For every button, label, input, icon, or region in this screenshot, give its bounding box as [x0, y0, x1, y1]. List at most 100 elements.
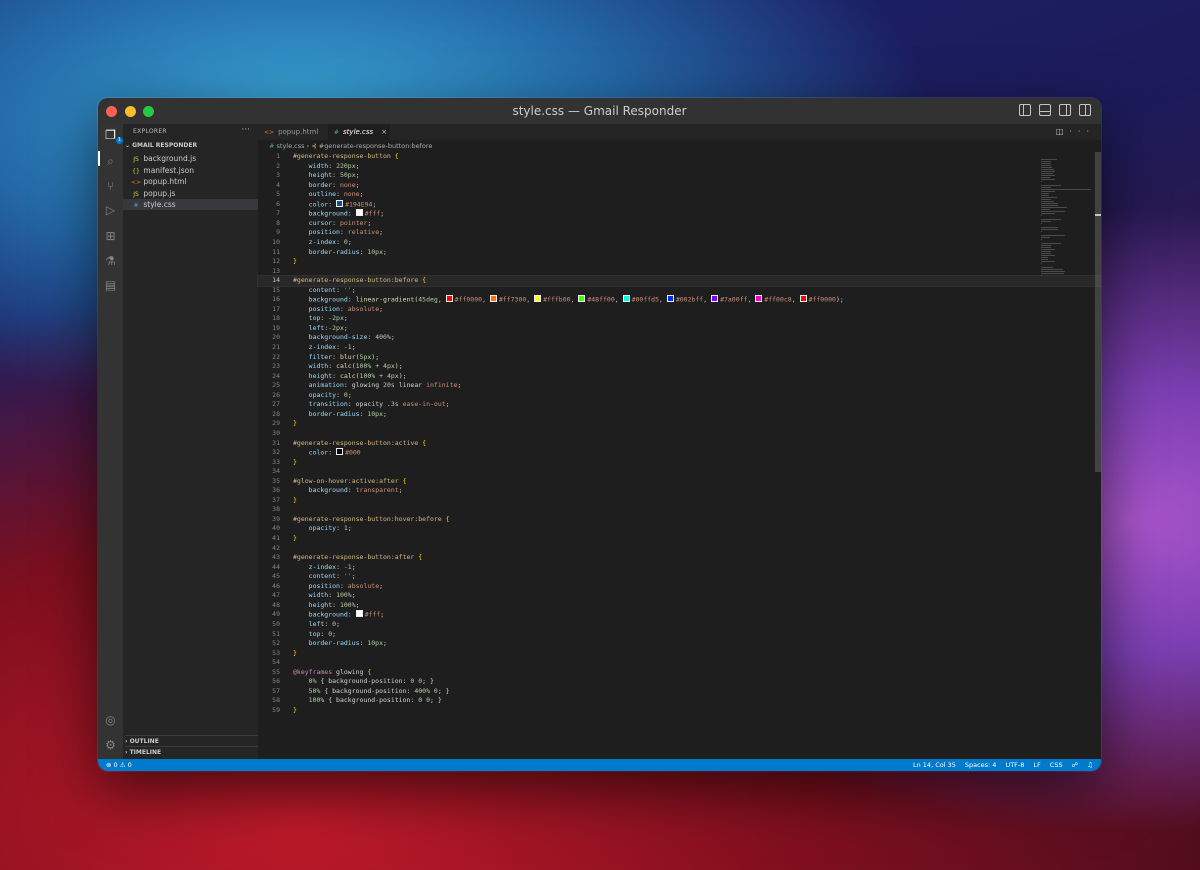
code-line[interactable]: 43 #generate-response-button:after { [258, 553, 1101, 563]
color-swatch[interactable] [336, 199, 344, 207]
code-line[interactable]: 3 height: 50px; [258, 171, 1101, 181]
code-line[interactable]: 18 top: -2px; [258, 314, 1101, 324]
code-line[interactable]: 26 opacity: 0; [258, 391, 1101, 401]
code-line[interactable]: 49 background: #fff; [258, 610, 1101, 620]
code-line[interactable]: 19 left:-2px; [258, 324, 1101, 334]
split-editor-icon[interactable]: ◫··· [1056, 127, 1095, 136]
code-line[interactable]: 34 [258, 467, 1101, 477]
code-line[interactable]: 6 color: #194E94; [258, 199, 1101, 210]
close-tab-icon[interactable]: × [381, 128, 387, 136]
code-line[interactable]: 31 #generate-response-button:active { [258, 439, 1101, 449]
code-line[interactable]: 46 position: absolute; [258, 582, 1101, 592]
tab-style-css[interactable]: # style.css × [328, 124, 390, 140]
code-line[interactable]: 12} [258, 257, 1101, 267]
code-line[interactable]: 5 outline: none; [258, 190, 1101, 200]
code-line[interactable]: 27 transition: opacity .3s ease-in-out; [258, 400, 1101, 410]
code-line[interactable]: 55 @keyframes glowing { [258, 668, 1101, 678]
code-line[interactable]: 41} [258, 534, 1101, 544]
code-line[interactable]: 39 #generate-response-button:hover:before… [258, 515, 1101, 525]
code-line[interactable]: 47 width: 100%; [258, 591, 1101, 601]
code-line[interactable]: 30 [258, 429, 1101, 439]
code-line[interactable]: 36 background: transparent; [258, 486, 1101, 496]
line-ending[interactable]: LF [1033, 759, 1040, 771]
code-line[interactable]: 22 filter: blur(5px); [258, 353, 1101, 363]
code-line[interactable]: 57 50% { background-position: 400% 0; } [258, 687, 1101, 697]
code-line[interactable]: 38 [258, 505, 1101, 515]
file-item[interactable]: JS popup.js [123, 188, 258, 199]
code-line[interactable]: 16 background: linear-gradient(45deg, #f… [258, 295, 1101, 305]
code-line[interactable]: 32 color: #000 [258, 448, 1101, 458]
code-line[interactable]: 23 width: calc(100% + 4px); [258, 362, 1101, 372]
code-line[interactable]: 11 border-radius: 10px; [258, 248, 1101, 258]
account-icon[interactable]: ◎ [104, 714, 117, 727]
problems-indicator[interactable]: ⊗ 0 ⚠ 0 [106, 759, 132, 771]
color-swatch[interactable] [578, 295, 586, 303]
code-line[interactable]: 44 z-index: -1; [258, 563, 1101, 573]
notifications-bell-icon[interactable]: ♫ [1087, 759, 1093, 771]
code-line[interactable]: 33} [258, 458, 1101, 468]
minimap[interactable] [1041, 158, 1091, 276]
settings-gear-icon[interactable]: ⚙ [104, 739, 117, 752]
indentation[interactable]: Spaces: 4 [965, 759, 997, 771]
code-line[interactable]: 37} [258, 496, 1101, 506]
code-line[interactable]: 28 border-radius: 10px; [258, 410, 1101, 420]
code-line[interactable]: 54 [258, 658, 1101, 668]
timeline-section[interactable]: › TIMELINE [125, 746, 258, 758]
remote-explorer-icon[interactable]: ▤ [104, 279, 117, 292]
code-line[interactable]: 14 #generate-response-button:before { [257, 275, 1101, 287]
code-line[interactable]: 24 height: calc(100% + 4px); [258, 372, 1101, 382]
color-swatch[interactable] [534, 295, 542, 303]
color-swatch[interactable] [755, 295, 763, 303]
code-line[interactable]: 8 cursor: pointer; [258, 219, 1101, 229]
code-line[interactable]: 52 border-radius: 10px; [258, 639, 1101, 649]
search-icon[interactable]: ⌕ [104, 155, 117, 168]
breadcrumb-file[interactable]: style.css [277, 142, 305, 150]
source-control-icon[interactable]: ⑂ [104, 180, 117, 193]
code-line[interactable]: 17 position: absolute; [258, 305, 1101, 315]
cursor-position[interactable]: Ln 14, Col 35 [913, 759, 956, 771]
code-line[interactable]: 21 z-index: -1; [258, 343, 1101, 353]
color-swatch[interactable] [489, 295, 497, 303]
toggle-sidebar-icon[interactable] [1019, 104, 1031, 116]
code-line[interactable]: 53} [258, 649, 1101, 659]
language-mode[interactable]: CSS [1050, 759, 1063, 771]
code-line[interactable]: 7 background: #fff; [258, 209, 1101, 219]
code-line[interactable]: 20 background-size: 400%; [258, 333, 1101, 343]
tab-popup-html[interactable]: <> popup.html [258, 124, 328, 151]
color-swatch[interactable] [355, 610, 363, 618]
code-line[interactable]: 42 [258, 544, 1101, 554]
breadcrumb-symbol[interactable]: #generate-response-button:before [319, 142, 433, 150]
color-swatch[interactable] [336, 448, 344, 456]
testing-icon[interactable]: ⚗ [104, 255, 117, 268]
code-line[interactable]: 15 content: ''; [258, 286, 1101, 296]
toggle-panel-icon[interactable] [1039, 104, 1051, 116]
color-swatch[interactable] [711, 295, 719, 303]
color-swatch[interactable] [666, 295, 674, 303]
more-actions-icon[interactable]: ··· [241, 125, 250, 135]
code-line[interactable]: 45 content: ''; [258, 572, 1101, 582]
color-swatch[interactable] [799, 295, 807, 303]
encoding[interactable]: UTF-8 [1005, 759, 1024, 771]
file-item[interactable]: <> popup.html [123, 176, 258, 187]
code-line[interactable]: 48 height: 100%; [258, 601, 1101, 611]
color-swatch[interactable] [445, 295, 453, 303]
scrollbar[interactable] [1095, 152, 1101, 472]
customize-layout-icon[interactable] [1079, 104, 1091, 116]
code-line[interactable]: 25 animation: glowing 20s linear infinit… [258, 381, 1101, 391]
explorer-icon[interactable]: ❐ 1 [104, 129, 123, 144]
code-line[interactable]: 2 width: 220px; [258, 162, 1101, 172]
code-line[interactable]: 56 0% { background-position: 0 0; } [258, 677, 1101, 687]
color-swatch[interactable] [622, 295, 630, 303]
file-item[interactable]: JS background.js [123, 153, 258, 164]
run-debug-icon[interactable]: ▷ [104, 204, 117, 217]
code-line[interactable]: 51 top: 0; [258, 630, 1101, 640]
code-line[interactable]: 4 border: none; [258, 181, 1101, 191]
feedback-icon[interactable]: ☍ [1072, 759, 1079, 771]
code-line[interactable]: 40 opacity: 1; [258, 524, 1101, 534]
code-line[interactable]: 59} [258, 706, 1101, 716]
toggle-secondary-sidebar-icon[interactable] [1059, 104, 1071, 116]
code-line[interactable]: 29} [258, 419, 1101, 429]
code-line[interactable]: 10 z-index: 0; [258, 238, 1101, 248]
code-line[interactable]: 13 [258, 267, 1101, 277]
code-line[interactable]: 1 #generate-response-button { [258, 152, 1101, 162]
